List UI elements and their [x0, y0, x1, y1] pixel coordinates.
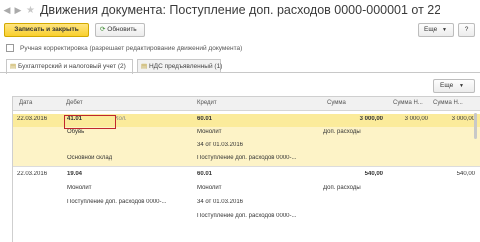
- debit-highlight-box: [64, 115, 116, 129]
- tab-divider: [0, 72, 480, 73]
- chevron-down-icon: ▼: [459, 83, 464, 89]
- row-amount-n1: 3 000,00: [404, 116, 428, 122]
- table-row[interactable]: 34 от 01.03.2016: [13, 140, 480, 153]
- refresh-icon: ⟳: [100, 26, 106, 33]
- tab-label: НДС предъявленный (1): [148, 63, 223, 70]
- table-header: Дата Дебет Кредит Сумма Сумма Н... Сумма…: [13, 97, 480, 111]
- table-row[interactable]: Основной склад Поступление доп. расходов…: [13, 153, 480, 166]
- more-menu-button[interactable]: Еще ▼: [418, 23, 454, 37]
- col-debit[interactable]: Дебет: [66, 100, 83, 106]
- row-credit-account: 60.01: [197, 116, 213, 122]
- title-bar: ◀ ▶ ★ Движения документа: Поступление до…: [0, 0, 480, 20]
- col-amount-n1[interactable]: Сумма Н...: [393, 100, 423, 106]
- arrow-left-icon[interactable]: ◀: [3, 5, 11, 15]
- row-amount: 540,00: [364, 171, 383, 177]
- row-debit-sub: Поступление доп. расходов 0000-...: [67, 199, 167, 205]
- row-amount-sub: Доп. расходы: [323, 129, 361, 135]
- row-debit-account: 19.04: [67, 171, 83, 177]
- row-credit-sub: Монолит: [197, 185, 222, 191]
- col-amount-n2[interactable]: Сумма Н...: [433, 100, 463, 106]
- toolbar: Записать и закрыть ⟳ Обновить Еще ▼ ?: [0, 23, 480, 39]
- row-date: 22.03.2016: [17, 116, 48, 122]
- page-title: Движения документа: Поступление доп. рас…: [39, 3, 440, 17]
- row-credit-sub: Монолит: [197, 129, 222, 135]
- row-date: 22.03.2016: [17, 171, 48, 177]
- tab-icon: ▤: [141, 63, 148, 70]
- table-more-button[interactable]: Еще ▼: [433, 79, 475, 93]
- table-more-label: Еще: [440, 82, 454, 89]
- row-amount-sub: Доп. расходы: [323, 185, 361, 191]
- table-row[interactable]: Монолит Монолит Доп. расходы: [13, 183, 480, 196]
- tab-label: Бухгалтерский и налоговый учет (2): [17, 63, 126, 70]
- row-debit-hint: Кол.: [115, 116, 127, 122]
- movements-table: Дата Дебет Кредит Сумма Сумма Н... Сумма…: [12, 96, 480, 242]
- row-amount: 3 000,00: [359, 116, 383, 122]
- row-divider: [13, 166, 480, 167]
- row-debit-sub: Обувь: [67, 129, 85, 135]
- row-amount-n2: 3 000,00: [451, 116, 475, 122]
- refresh-button[interactable]: ⟳ Обновить: [95, 23, 145, 37]
- star-icon[interactable]: ★: [26, 5, 35, 16]
- manual-adjust-label: Ручная корректировка (разрешает редактир…: [20, 44, 243, 52]
- tab-icon: ▤: [10, 63, 17, 70]
- row-debit-sub: Основной склад: [67, 155, 113, 161]
- refresh-label: Обновить: [107, 26, 137, 33]
- scrollbar[interactable]: [474, 113, 477, 139]
- col-date[interactable]: Дата: [19, 100, 32, 106]
- row-amount-n2: 540,00: [456, 171, 475, 177]
- manual-adjust-row: Ручная корректировка (разрешает редактир…: [6, 44, 242, 52]
- table-row[interactable]: Поступление доп. расходов 0000-...: [13, 211, 480, 224]
- row-credit-sub: 34 от 01.03.2016: [197, 142, 243, 148]
- save-and-close-button[interactable]: Записать и закрыть: [4, 23, 89, 37]
- chevron-down-icon: ▼: [442, 27, 447, 33]
- manual-adjust-checkbox[interactable]: [6, 44, 14, 52]
- tab-vat[interactable]: ▤ НДС предъявленный (1): [137, 59, 223, 73]
- col-amount[interactable]: Сумма: [327, 100, 346, 106]
- row-credit-sub: 34 от 01.03.2016: [197, 199, 243, 205]
- help-button[interactable]: ?: [458, 23, 475, 37]
- col-credit[interactable]: Кредит: [197, 100, 217, 106]
- row-credit-account: 60.01: [197, 171, 213, 177]
- row-debit-sub: Монолит: [67, 185, 92, 191]
- row-credit-sub: Поступление доп. расходов 0000-...: [197, 213, 297, 219]
- arrow-right-icon[interactable]: ▶: [14, 5, 22, 15]
- row-credit-sub: Поступление доп. расходов 0000-...: [197, 155, 297, 161]
- more-label: Еще: [424, 26, 438, 33]
- table-row[interactable]: Поступление доп. расходов 0000-... 34 от…: [13, 197, 480, 210]
- table-row[interactable]: 22.03.2016 19.04 60.01 540,00 540,00: [13, 169, 480, 182]
